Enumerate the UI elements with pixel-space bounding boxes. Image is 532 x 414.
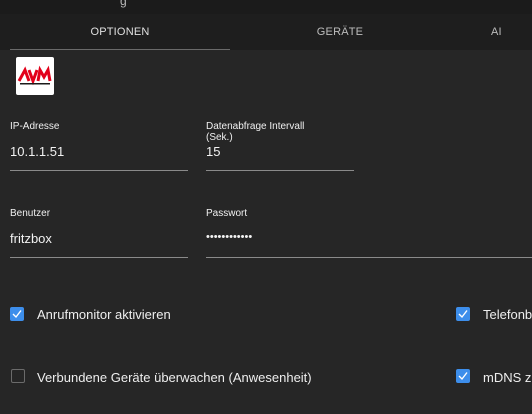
username-underline — [10, 257, 188, 258]
password-label: Passwort — [206, 208, 248, 219]
interval-underline — [206, 170, 354, 171]
ip-address-field[interactable]: IP-Adresse 10.1.1.51 — [10, 121, 188, 171]
anwesenheit-checkbox[interactable] — [11, 369, 25, 383]
interval-value[interactable]: 15 — [206, 144, 220, 159]
check-icon — [458, 372, 468, 381]
tab-optionen[interactable]: OPTIONEN — [10, 14, 230, 50]
anrufmonitor-label[interactable]: Anrufmonitor aktivieren — [37, 307, 171, 322]
anwesenheit-label[interactable]: Verbundene Geräte überwachen (Anwesenhei… — [37, 370, 312, 385]
telefonbuch-checkbox[interactable] — [456, 307, 470, 321]
window-title: g — [120, 0, 127, 8]
interval-label-line2: (Sek.) — [206, 132, 233, 143]
ip-address-label: IP-Adresse — [10, 121, 60, 132]
anrufmonitor-checkbox[interactable] — [10, 307, 24, 321]
username-field[interactable]: Benutzer fritzbox — [10, 208, 188, 258]
interval-label-line1: Datenabfrage Intervall — [206, 121, 305, 132]
ip-address-value[interactable]: 10.1.1.51 — [10, 144, 64, 159]
mdns-label[interactable]: mDNS z — [483, 370, 531, 385]
username-value[interactable]: fritzbox — [10, 231, 52, 246]
tab-ai[interactable]: AI — [491, 14, 532, 50]
check-icon — [458, 310, 468, 319]
username-label: Benutzer — [10, 208, 51, 219]
active-tab-indicator — [10, 49, 230, 50]
check-icon — [12, 310, 22, 319]
avm-logo-icon — [17, 65, 52, 86]
tab-bar: OPTIONEN GERÄTE AI — [0, 14, 532, 50]
ip-address-underline — [10, 170, 188, 171]
password-underline — [206, 257, 532, 258]
password-field[interactable]: Passwort •••••••••••• — [206, 208, 532, 258]
password-value[interactable]: •••••••••••• — [206, 231, 252, 243]
tab-geraete[interactable]: GERÄTE — [230, 14, 450, 50]
window-titlebar: g — [0, 0, 532, 14]
interval-field[interactable]: Datenabfrage Intervall (Sek.) 15 — [206, 121, 354, 171]
telefonbuch-label[interactable]: Telefonb — [483, 307, 532, 322]
avm-logo — [16, 57, 54, 95]
mdns-checkbox[interactable] — [456, 369, 470, 383]
